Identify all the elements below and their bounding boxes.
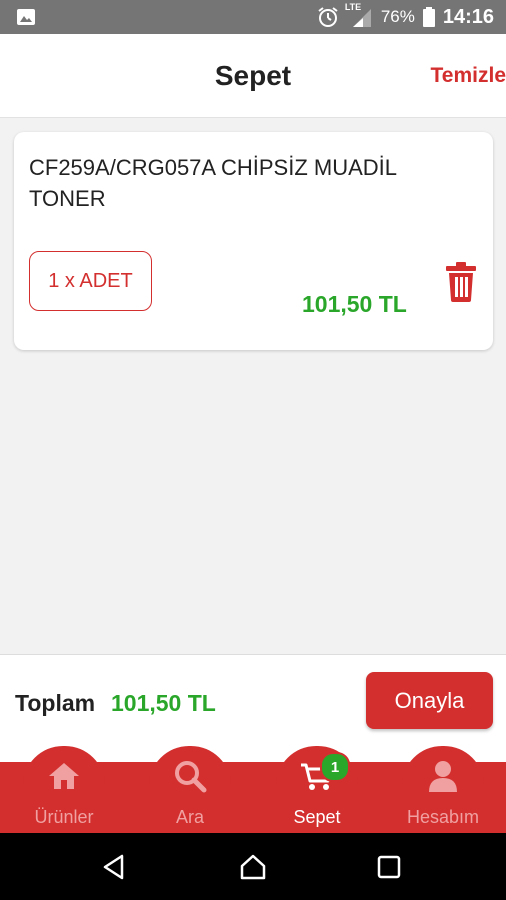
system-nav-bar	[0, 833, 506, 900]
quantity-button[interactable]: 1 x ADET	[29, 251, 152, 311]
tab-label: Hesabım	[406, 807, 480, 827]
item-price: 101,50 TL	[302, 291, 407, 317]
product-name: CF259A/CRG057A CHİPSİZ MUADİL TONER	[29, 155, 397, 211]
tab-cart[interactable]: 1 Sepet	[276, 746, 358, 833]
user-icon	[429, 761, 457, 792]
alarm-icon	[318, 7, 338, 27]
status-bar: LTE 76% 14:16	[0, 0, 506, 34]
battery-percent: 76%	[380, 7, 415, 26]
clear-cart-button[interactable]: Temizle	[431, 64, 506, 88]
tab-label: Sepet	[293, 807, 341, 827]
bottom-tab-bar: Ürünler Ara 1 Sepet Hesabım	[0, 746, 506, 833]
battery-icon	[422, 7, 435, 27]
cart-item-card: CF259A/CRG057A CHİPSİZ MUADİL TONER 1 x …	[14, 132, 493, 350]
tab-products[interactable]: Ürünler	[23, 746, 105, 833]
cart-count-badge: 1	[320, 752, 350, 782]
total-label: Toplam	[15, 690, 96, 716]
total-value: 101,50 TL	[111, 690, 216, 716]
clock: 14:16	[442, 5, 494, 28]
back-icon[interactable]	[100, 853, 128, 881]
signal-icon: LTE	[345, 2, 373, 28]
confirm-button[interactable]: Onayla	[366, 672, 493, 729]
search-icon	[175, 761, 207, 793]
app-header: Sepet Temizle	[0, 34, 506, 118]
tab-label: Ara	[175, 807, 204, 827]
tab-label: Ürünler	[34, 807, 94, 827]
home-icon	[49, 763, 79, 789]
delete-item-icon[interactable]	[444, 262, 478, 302]
home-nav-icon[interactable]	[239, 853, 267, 881]
tab-search[interactable]: Ara	[149, 746, 231, 833]
recents-icon[interactable]	[375, 853, 403, 881]
image-notification-icon	[17, 9, 35, 25]
tab-account[interactable]: Hesabım	[402, 746, 484, 833]
